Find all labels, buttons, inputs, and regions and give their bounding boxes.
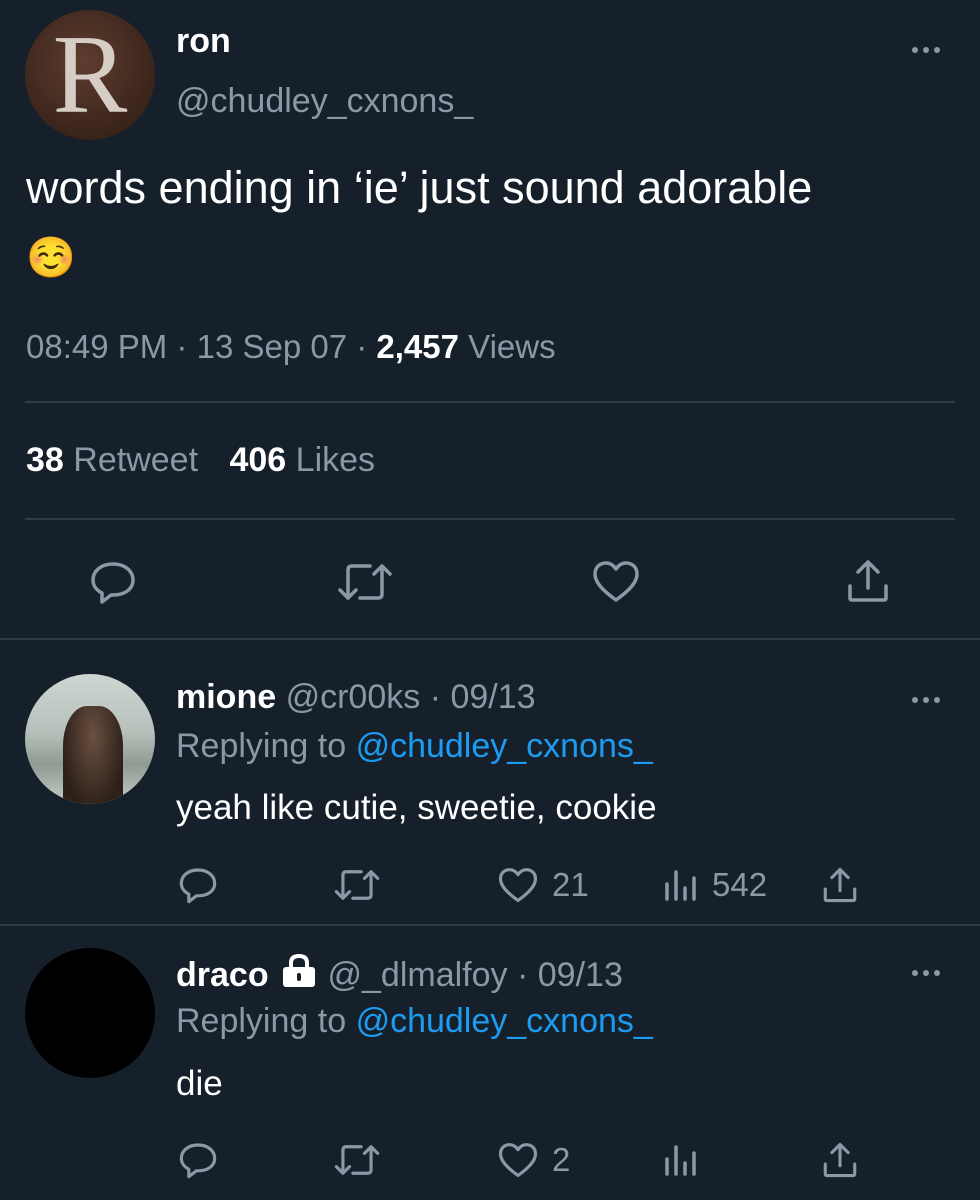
share-icon[interactable] — [846, 558, 890, 604]
share-icon[interactable] — [822, 866, 858, 904]
like-count: 2 — [552, 1141, 571, 1178]
date[interactable]: 13 Sep 07 — [197, 328, 347, 365]
avatar[interactable]: R — [25, 10, 155, 140]
handle[interactable]: @_dlmalfoy — [328, 956, 508, 994]
display-name[interactable]: draco — [176, 956, 269, 994]
views-count: 2,457 — [376, 328, 459, 365]
separator: · — [516, 956, 529, 994]
divider — [25, 401, 955, 403]
views-icon[interactable] — [664, 1143, 698, 1177]
time: 08:49 PM — [26, 328, 168, 365]
separator: · — [356, 328, 368, 365]
reply-icon[interactable] — [89, 560, 137, 604]
like-icon[interactable] — [498, 1142, 538, 1179]
tweet-text: words ending in ‘ie’ just sound adorable — [26, 162, 813, 213]
engagement-stats: 38 Retweet 406 Likes — [26, 441, 375, 480]
replying-to: Replying to @chudley_cxnons_ — [176, 727, 653, 766]
handle[interactable]: @chudley_cxnons_ — [176, 82, 473, 121]
replying-label: Replying to — [176, 727, 347, 765]
retweet-icon[interactable] — [333, 866, 381, 904]
replying-handle-link[interactable]: @chudley_cxnons_ — [356, 727, 653, 765]
likes-count: 406 — [229, 441, 287, 479]
emoji: ☺️ — [26, 236, 76, 280]
reply-header: mione @cr00ks · 09/13 — [176, 678, 536, 717]
avatar[interactable] — [25, 674, 155, 804]
replying-to: Replying to @chudley_cxnons_ — [176, 1002, 653, 1041]
retweet-label: Retweet — [73, 441, 199, 479]
divider — [25, 518, 955, 520]
retweet-count: 38 — [26, 441, 64, 479]
display-name[interactable]: mione — [176, 678, 276, 716]
retweet-stat[interactable]: 38 Retweet — [26, 441, 207, 479]
separator: · — [429, 678, 442, 716]
avatar[interactable] — [25, 948, 155, 1078]
reply-icon[interactable] — [178, 866, 218, 904]
divider — [0, 638, 980, 640]
like-icon[interactable] — [592, 560, 640, 604]
replying-handle-link[interactable]: @chudley_cxnons_ — [356, 1002, 653, 1040]
more-options-icon[interactable] — [912, 970, 940, 976]
reply-date[interactable]: 09/13 — [538, 956, 623, 994]
reply-text: yeah like cutie, sweetie, cookie — [176, 788, 657, 827]
retweet-icon[interactable] — [336, 560, 394, 604]
more-options-icon[interactable] — [912, 697, 940, 703]
share-icon[interactable] — [822, 1141, 858, 1179]
avatar-figure — [63, 706, 123, 804]
more-options-icon[interactable] — [912, 47, 940, 53]
likes-stat[interactable]: 406 Likes — [229, 441, 375, 479]
replying-label: Replying to — [176, 1002, 347, 1040]
avatar-letter: R — [52, 13, 128, 137]
views-icon[interactable] — [664, 868, 698, 902]
divider — [0, 924, 980, 926]
views-label: Views — [468, 328, 556, 365]
views-count: 542 — [712, 866, 768, 903]
reply-header: draco @_dlmalfoy · 09/13 — [176, 954, 623, 995]
display-name[interactable]: ron — [176, 22, 231, 61]
reply-text: die — [176, 1064, 223, 1103]
like-icon[interactable] — [498, 867, 538, 904]
reply-date[interactable]: 09/13 — [450, 678, 535, 716]
timestamp-row: 08:49 PM · 13 Sep 07 · 2,457 Views — [26, 328, 556, 366]
separator: · — [176, 328, 188, 365]
retweet-icon[interactable] — [333, 1141, 381, 1179]
reply-icon[interactable] — [178, 1141, 218, 1179]
handle[interactable]: @cr00ks — [286, 678, 421, 716]
likes-label: Likes — [295, 441, 376, 479]
lock-icon — [280, 954, 318, 988]
like-count: 21 — [552, 866, 589, 903]
